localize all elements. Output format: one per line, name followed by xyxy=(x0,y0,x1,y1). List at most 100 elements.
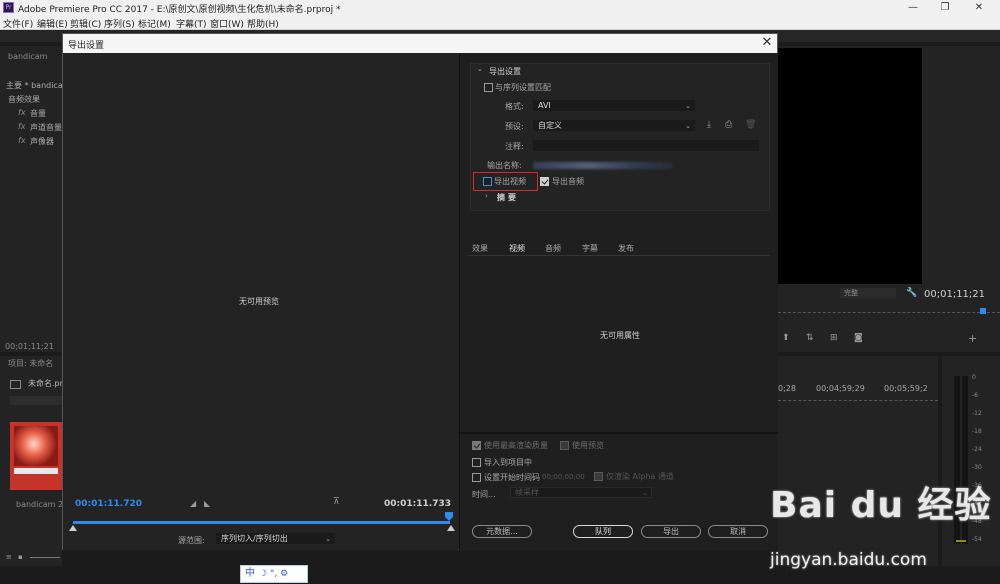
ime-icons[interactable]: ☽ °, ⚙ xyxy=(259,566,288,582)
chevron-right-icon[interactable]: › xyxy=(485,192,488,200)
save-preset-icon[interactable]: ⤓ xyxy=(707,121,711,130)
dialog-close-button[interactable]: ✕ xyxy=(760,35,774,51)
summary-label[interactable]: 摘要 xyxy=(497,192,519,203)
tab-divider xyxy=(468,255,770,256)
chevron-down-icon: ⌄ xyxy=(685,122,691,130)
start-timecode-value[interactable]: 00;00;00;00 xyxy=(542,473,585,481)
audio-meters-panel: 0 -6 -12 -18 -24 -30 -36 -42 -48 -54 xyxy=(942,356,1000,566)
menu-bar: 文件(F) 编辑(E) 剪辑(C) 序列(S) 标记(M) 字幕(T) 窗口(W… xyxy=(0,16,1000,30)
metadata-button[interactable]: 元数据... xyxy=(472,525,532,538)
import-preset-icon[interactable]: ⎙ xyxy=(725,121,732,130)
menu-edit[interactable]: 编辑(E) xyxy=(37,17,68,30)
comments-field[interactable] xyxy=(533,140,759,151)
tab-effects[interactable]: 效果 xyxy=(472,243,488,254)
export-video-checkbox[interactable] xyxy=(483,177,492,186)
chevron-down-icon: ⌄ xyxy=(642,489,648,497)
restore-button[interactable]: ❐ xyxy=(930,0,960,16)
format-dropdown[interactable]: AVI ⌄ xyxy=(533,100,695,111)
meter-level xyxy=(956,540,966,542)
time-interpolation-dropdown[interactable]: 帧采样 ⌄ xyxy=(510,487,652,498)
fx-badge: fx xyxy=(18,136,26,145)
source-range-dropdown[interactable]: 序列切入/序列切出 ⌄ xyxy=(216,533,335,544)
program-scrubber[interactable] xyxy=(778,312,1000,314)
export-audio-checkbox[interactable] xyxy=(540,177,549,186)
icon-view-icon[interactable]: ▪ xyxy=(18,553,23,562)
match-sequence-checkbox[interactable] xyxy=(484,83,493,92)
effects-header: 主要 * bandicam xyxy=(6,81,71,90)
current-time[interactable]: 00:01:11.720 xyxy=(75,499,142,509)
cancel-button[interactable]: 取消 xyxy=(708,525,768,538)
chevron-down-icon: ⌄ xyxy=(685,102,691,110)
dialog-title: 导出设置 xyxy=(68,41,105,51)
menu-window[interactable]: 窗口(W) xyxy=(210,17,244,30)
meter-tick: -54 xyxy=(972,536,982,543)
aspect-ratio-icon[interactable]: ⊼ xyxy=(333,498,340,507)
menu-title[interactable]: 字幕(T) xyxy=(176,17,207,30)
playhead-handle[interactable] xyxy=(445,512,453,521)
export-settings-heading: 导出设置 xyxy=(489,67,521,76)
fit-dropdown[interactable]: 完整 xyxy=(840,288,896,298)
wrench-icon[interactable]: 🔧 xyxy=(906,289,917,298)
set-in-point-icon[interactable]: ◢ xyxy=(190,499,196,508)
camera-icon[interactable]: ◙ xyxy=(854,334,863,343)
close-window-button[interactable]: ✕ xyxy=(964,0,994,16)
search-field[interactable] xyxy=(10,396,62,405)
effect-item-channel-volume[interactable]: 声道音量 xyxy=(30,122,62,133)
source-range-bar[interactable] xyxy=(73,521,450,524)
set-start-timecode-checkbox[interactable] xyxy=(472,473,481,482)
render-alpha-checkbox[interactable] xyxy=(594,472,603,481)
project-toolbar: ≡ ▪ xyxy=(0,552,62,564)
in-point-handle[interactable] xyxy=(69,525,77,531)
tab-audio[interactable]: 音频 xyxy=(545,243,561,254)
format-label: 格式: xyxy=(505,102,524,111)
fx-badge: fx xyxy=(18,122,26,131)
no-properties-text: 无可用属性 xyxy=(600,331,640,340)
audio-effects-section: 音频效果 xyxy=(8,95,40,104)
list-view-icon[interactable]: ≡ xyxy=(6,553,12,562)
effect-item-panner[interactable]: 声像器 xyxy=(30,136,54,147)
menu-sequence[interactable]: 序列(S) xyxy=(104,17,135,30)
window-title: Adobe Premiere Pro CC 2017 - E:\原创文\原创视频… xyxy=(18,5,341,15)
import-into-project-label: 导入到项目中 xyxy=(484,458,532,467)
delete-preset-icon[interactable]: 🗑 xyxy=(745,121,756,130)
preset-dropdown[interactable]: 自定义 ⌄ xyxy=(533,120,695,131)
extract-icon[interactable]: ⇅ xyxy=(806,334,814,343)
out-point-handle[interactable] xyxy=(447,525,455,531)
tab-captions[interactable]: 字幕 xyxy=(582,243,598,254)
end-time: 00:01:11.733 xyxy=(384,499,451,509)
time-interpolation-value: 帧采样 xyxy=(515,488,539,497)
export-button[interactable]: 导出 xyxy=(641,525,701,538)
use-previews-checkbox[interactable] xyxy=(560,441,569,450)
preset-value: 自定义 xyxy=(538,121,562,130)
playhead-marker[interactable] xyxy=(980,308,986,314)
meter-tick: -30 xyxy=(972,464,982,471)
add-button-icon[interactable]: + xyxy=(968,333,977,344)
export-video-label: 导出视频 xyxy=(494,177,526,186)
options-divider xyxy=(460,432,778,434)
menu-help[interactable]: 帮助(H) xyxy=(247,17,279,30)
source-tab[interactable]: bandicam xyxy=(8,52,47,61)
set-out-point-icon[interactable]: ◣ xyxy=(204,499,210,508)
menu-marker[interactable]: 标记(M) xyxy=(138,17,171,30)
clip-thumbnail[interactable] xyxy=(10,422,62,490)
meter-tick: -24 xyxy=(972,446,982,453)
tab-publish[interactable]: 发布 xyxy=(618,243,634,254)
zoom-slider[interactable] xyxy=(30,557,60,558)
output-name-label: 输出名称: xyxy=(487,161,522,170)
timeline-ticks xyxy=(778,400,938,402)
project-tab[interactable]: 项目: 未命名 xyxy=(8,358,53,369)
ime-mode[interactable]: 中 xyxy=(245,566,255,582)
lift-icon[interactable]: ⬆ xyxy=(782,334,790,343)
menu-file[interactable]: 文件(F) xyxy=(3,17,33,30)
match-sequence-label: 与序列设置匹配 xyxy=(495,83,551,92)
max-render-quality-checkbox[interactable] xyxy=(472,441,481,450)
export-frame-icon[interactable]: ⊞ xyxy=(830,334,838,343)
collapse-chevron-icon[interactable]: ⌄ xyxy=(477,65,483,73)
minimize-button[interactable]: — xyxy=(898,0,928,16)
import-into-project-checkbox[interactable] xyxy=(472,458,481,467)
export-audio-label: 导出音频 xyxy=(552,177,584,186)
queue-button[interactable]: 队列 xyxy=(573,525,633,538)
output-name-link[interactable] xyxy=(533,162,673,169)
menu-clip[interactable]: 剪辑(C) xyxy=(70,17,101,30)
effect-item-volume[interactable]: 音量 xyxy=(30,108,46,119)
